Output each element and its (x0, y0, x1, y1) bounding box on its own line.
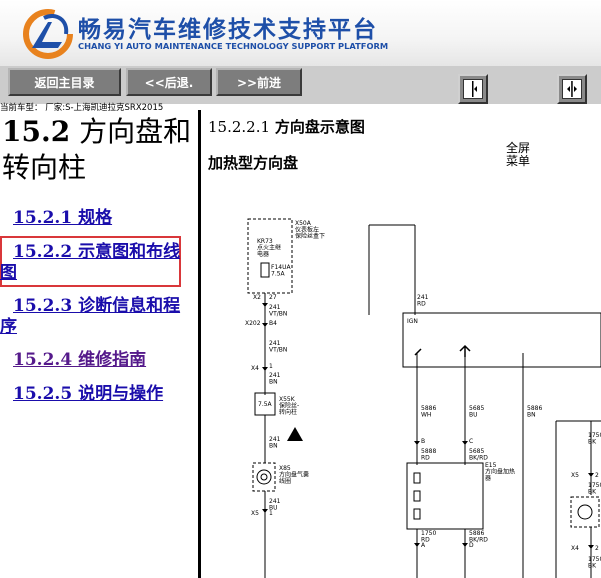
diag-label-w1750bk3: 1750BK (588, 556, 601, 570)
diag-label-wire-bn: 241 BN (269, 372, 281, 386)
site-title: 畅易汽车维修技术支持平台 (78, 17, 378, 43)
panel-left-icon (463, 79, 483, 99)
collapse-panel-button[interactable] (458, 74, 488, 104)
fuse-block-outline (247, 218, 293, 294)
diag-label-pinc: C (469, 438, 473, 445)
diag-label-w1750bk2: 1750BK (588, 482, 601, 496)
diag-label-w1750bk: 1750BK (588, 432, 601, 446)
logo-icon (23, 9, 73, 59)
back-button[interactable]: <<后退. (126, 68, 212, 96)
toc-link-repair[interactable]: 15.2.4 维修指南 (0, 350, 209, 371)
diag-label-x4: X4 (251, 365, 259, 372)
wiring-diagram: X50A 仪表板左保险丝盒下 KR73 点火主继电器 F14UA 7.5A X2 27… (245, 218, 601, 578)
diag-label-wire-bn2: 241 BN (269, 436, 281, 450)
home-button[interactable]: 返回主目录 (8, 68, 121, 96)
diag-label-x202: X202 (245, 320, 261, 327)
content-pane: 15.2.2.1 方向盘示意图 加热型方向盘 X50A 仪表板左保险丝盒下 KR… (201, 110, 601, 578)
header-banner: 畅易汽车维修技术支持平台 CHANG YI AUTO MAINTENANCE T… (0, 0, 601, 66)
toc-link-description[interactable]: 15.2.5 说明与操作 (0, 384, 209, 405)
diag-label-fuse1: F14UA 7.5A (271, 264, 291, 278)
expand-panel-button[interactable] (557, 74, 587, 104)
diag-label-fuse2-name: X55K 保险丝-转向柱 (279, 396, 299, 416)
diag-label-b4: B4 (269, 320, 277, 327)
content-subheading: 加热型方向盘 (208, 154, 299, 172)
diag-label-relay: KR73 点火主继电器 (257, 238, 281, 258)
switch-icon (414, 348, 422, 356)
section-title-line1: 方向盘和 (79, 115, 192, 148)
forward-button[interactable]: >>前进 (216, 68, 302, 96)
arrow-up-icon (459, 344, 471, 357)
diag-label-x5: X5 (251, 510, 259, 517)
right-coil-box (570, 496, 600, 528)
diag-label-ign: IGN (407, 318, 418, 325)
site-subtitle: CHANG YI AUTO MAINTENANCE TECHNOLOGY SUP… (78, 41, 389, 51)
diag-label-pin2: 2 (595, 472, 599, 479)
content-heading: 15.2.2.1 方向盘示意图 (208, 116, 365, 137)
toc-link-schematics[interactable]: 15.2.2 示意图和布线图 (0, 242, 196, 284)
diag-label-w5888: 5888 RD (421, 448, 436, 462)
diag-label-airbag: X85 方向盘气囊线圈 (279, 465, 309, 485)
panel-split-icon (562, 79, 582, 99)
diag-label-wire-rd: 241 RD (417, 294, 429, 308)
diag-label-w5886b: 5886 BN (527, 405, 542, 419)
diag-label-x4b: X4 (571, 545, 579, 552)
heading-title: 方向盘示意图 (274, 118, 365, 136)
warning-icon (287, 427, 303, 441)
diag-label-pin1b: 1 (269, 510, 273, 517)
diag-label-block: X50A 仪表板左保险丝盒下 (295, 220, 325, 240)
toc-link-diagnostics[interactable]: 15.2.3 诊断信息和程序 (0, 296, 196, 338)
toc-pane: 15.2 方向盘和 转向柱 15.2.1 规格 15.2.2 示意图和布线图 1… (0, 110, 198, 578)
diag-label-fuse2: 7.5A (258, 401, 273, 408)
section-number: 15.2 (2, 115, 71, 148)
diag-label-w5886: 5886 WH (421, 405, 436, 419)
control-module-box (402, 312, 601, 368)
diag-label-x2: X2 (253, 294, 261, 301)
diag-label-w5685: 5685 BU (469, 405, 484, 419)
airbag-coil-box (252, 462, 276, 492)
diag-label-wire-vtbn: 241 VT/BN (269, 304, 287, 318)
diag-label-pind: D (469, 542, 474, 549)
toc-link-specs[interactable]: 15.2.1 规格 (0, 208, 209, 229)
diag-label-pin2b: 2 (595, 545, 599, 552)
nav-bar: 返回主目录 <<后退. >>前进 全屏 菜单 (0, 66, 601, 168)
diag-label-pinb: B (421, 438, 425, 445)
diag-label-x5b: X5 (571, 472, 579, 479)
section-title: 15.2 方向盘和 转向柱 (2, 114, 198, 186)
diag-label-heater: E15 方向盘加热器 (485, 462, 515, 482)
diag-label-pin1: 1 (269, 363, 273, 370)
diag-label-pin27: 27 (269, 294, 277, 301)
diag-label-wire-vtbn2: 241 VT/BN (269, 340, 287, 354)
heading-number: 15.2.2.1 (208, 118, 271, 136)
diag-label-w5685b: 5685 BK/RD (469, 448, 488, 462)
section-title-line2: 转向柱 (2, 151, 87, 184)
